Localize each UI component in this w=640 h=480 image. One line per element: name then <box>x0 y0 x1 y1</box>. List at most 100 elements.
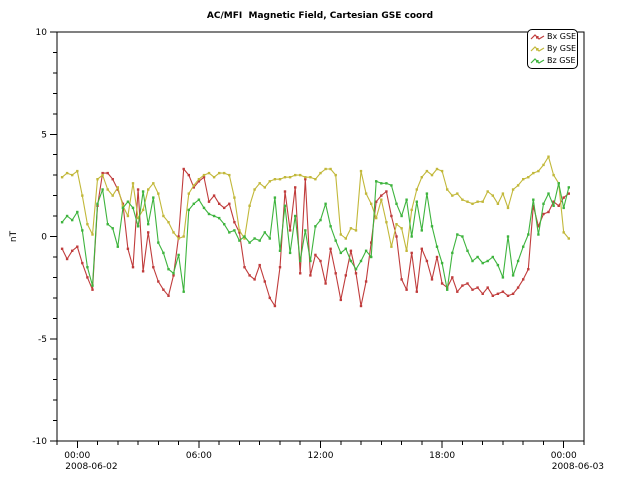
series-marker-bx <box>527 268 529 270</box>
series-marker-by <box>416 188 418 190</box>
series-marker-bz <box>279 250 281 252</box>
series-marker-by <box>248 205 250 207</box>
series-marker-by <box>421 176 423 178</box>
series-marker-bx <box>147 231 149 233</box>
series-marker-bx <box>269 297 271 299</box>
series-marker-by <box>466 201 468 203</box>
series-marker-bx <box>335 272 337 274</box>
series-marker-by <box>497 203 499 205</box>
series-marker-bz <box>497 264 499 266</box>
series-marker-bz <box>340 252 342 254</box>
series-marker-by <box>502 192 504 194</box>
series-marker-bz <box>162 252 164 254</box>
series-marker-bx <box>112 178 114 180</box>
series-marker-bx <box>558 205 560 207</box>
series-marker-bz <box>223 223 225 225</box>
series-marker-by <box>294 174 296 176</box>
series-marker-by <box>304 176 306 178</box>
series-marker-bx <box>436 256 438 258</box>
series-marker-by <box>96 178 98 180</box>
series-marker-by <box>203 174 205 176</box>
series-marker-by <box>426 170 428 172</box>
series-marker-by <box>365 192 367 194</box>
series-marker-bz <box>400 215 402 217</box>
series-marker-bx <box>542 213 544 215</box>
series-marker-bz <box>213 215 215 217</box>
series-marker-bx <box>461 284 463 286</box>
series-marker-bz <box>76 211 78 213</box>
series-marker-bx <box>152 266 154 268</box>
series-marker-by <box>289 176 291 178</box>
series-marker-bx <box>76 246 78 248</box>
series-marker-by <box>81 194 83 196</box>
series-marker-bx <box>492 295 494 297</box>
series-marker-by <box>132 182 134 184</box>
series-marker-bx <box>345 274 347 276</box>
series-marker-bx <box>299 272 301 274</box>
series-marker-bz <box>482 262 484 264</box>
series-marker-by <box>172 231 174 233</box>
series-marker-bx <box>476 286 478 288</box>
series-marker-bx <box>61 248 63 250</box>
series-marker-bz <box>172 272 174 274</box>
series-marker-bz <box>395 203 397 205</box>
y-axis-label: nT <box>9 230 19 242</box>
series-marker-by <box>563 231 565 233</box>
series-marker-bz <box>228 231 230 233</box>
series-marker-bz <box>365 250 367 252</box>
x-tick-label: 12:00 <box>308 451 334 461</box>
series-marker-bx <box>233 221 235 223</box>
series-marker-by <box>167 221 169 223</box>
series-marker-bx <box>279 266 281 268</box>
series-marker-by <box>152 182 154 184</box>
series-marker-bz <box>568 186 570 188</box>
series-marker-bx <box>81 262 83 264</box>
series-marker-bx <box>350 250 352 252</box>
series-marker-by <box>547 156 549 158</box>
series-marker-bx <box>66 258 68 260</box>
series-marker-bx <box>274 305 276 307</box>
series-marker-bz <box>117 246 119 248</box>
series-marker-bz <box>71 219 73 221</box>
series-marker-bz <box>329 225 331 227</box>
series-marker-bx <box>289 229 291 231</box>
series-marker-by <box>568 237 570 239</box>
series-marker-bz <box>471 260 473 262</box>
series-marker-bz <box>96 203 98 205</box>
series-marker-bx <box>426 260 428 262</box>
series-marker-bx <box>218 203 220 205</box>
series-marker-bz <box>558 182 560 184</box>
series-marker-bz <box>390 184 392 186</box>
series-marker-bx <box>487 286 489 288</box>
series-marker-by <box>441 170 443 172</box>
series-marker-bz <box>203 207 205 209</box>
x-date-label: 2008-06-02 <box>65 462 117 472</box>
series-marker-bx <box>563 196 565 198</box>
series-marker-bz <box>264 231 266 233</box>
series-marker-bz <box>451 252 453 254</box>
legend-label: Bz GSE <box>547 55 576 67</box>
y-tick-label: 10 <box>36 28 48 38</box>
series-marker-bz <box>167 268 169 270</box>
x-tick-label: 00:00 <box>64 451 90 461</box>
series-marker-by <box>532 172 534 174</box>
series-marker-bz <box>527 233 529 235</box>
series-marker-bx <box>264 280 266 282</box>
series-marker-bx <box>451 276 453 278</box>
series-marker-bz <box>532 199 534 201</box>
series-marker-by <box>218 172 220 174</box>
series-marker-bx <box>324 282 326 284</box>
series-marker-bx <box>188 174 190 176</box>
series-marker-by <box>522 178 524 180</box>
series-marker-bx <box>421 248 423 250</box>
series-marker-by <box>157 192 159 194</box>
series-marker-by <box>446 188 448 190</box>
series-marker-by <box>345 237 347 239</box>
series-marker-bz <box>122 207 124 209</box>
series-marker-by <box>451 194 453 196</box>
series-marker-by <box>431 174 433 176</box>
series-marker-bz <box>274 196 276 198</box>
series-marker-bz <box>552 205 554 207</box>
series-marker-bz <box>269 237 271 239</box>
series-marker-by <box>436 168 438 170</box>
